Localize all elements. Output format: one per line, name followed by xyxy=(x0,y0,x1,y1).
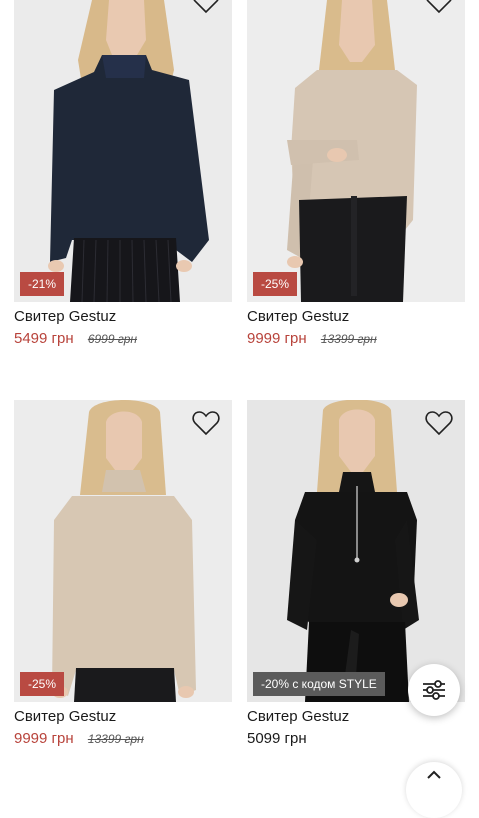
old-price: 13399 грн xyxy=(320,332,377,346)
old-price: 13399 грн xyxy=(87,732,144,746)
heart-outline-icon[interactable] xyxy=(192,0,220,14)
model-photo xyxy=(52,400,196,702)
price-row: 9999 грн 13399 грн xyxy=(14,730,232,750)
model-photo xyxy=(287,0,417,302)
product-image[interactable]: -25% xyxy=(14,400,232,702)
chevron-up-icon xyxy=(427,770,441,779)
product-title[interactable]: Свитер Gestuz xyxy=(14,708,232,726)
product-image[interactable]: -20% с кодом STYLE xyxy=(247,400,465,702)
filter-button[interactable] xyxy=(408,664,460,716)
discount-badge: -21% xyxy=(20,272,65,296)
heart-outline-icon[interactable] xyxy=(192,410,220,436)
price-row: 9999 грн 13399 грн xyxy=(247,330,465,350)
sale-price: 9999 грн xyxy=(14,730,74,747)
price-row: 5499 грн 6999 грн xyxy=(14,330,232,350)
heart-outline-icon[interactable] xyxy=(425,0,453,14)
product-card[interactable]: -25% Свитер Gestuz 9999 грн 13399 грн xyxy=(14,400,232,750)
price-row: 5099 грн xyxy=(247,730,465,750)
product-card[interactable]: -25% Свитер Gestuz 9999 грн 13399 грн xyxy=(247,0,465,350)
product-title[interactable]: Свитер Gestuz xyxy=(14,308,232,326)
product-image[interactable]: -21% xyxy=(14,0,232,302)
discount-badge: -25% xyxy=(253,272,298,296)
price: 5099 грн xyxy=(247,730,307,747)
sale-price: 5499 грн xyxy=(14,330,74,347)
sliders-icon xyxy=(423,680,445,700)
product-card[interactable]: -21% Свитер Gestuz 5499 грн 6999 грн xyxy=(14,0,232,350)
scroll-top-button[interactable] xyxy=(406,762,462,818)
model-photo xyxy=(48,0,209,302)
discount-badge: -25% xyxy=(20,672,65,696)
sale-price: 9999 грн xyxy=(247,330,307,347)
product-title[interactable]: Свитер Gestuz xyxy=(247,308,465,326)
heart-outline-icon[interactable] xyxy=(425,410,453,436)
promo-code-badge: -20% с кодом STYLE xyxy=(253,672,385,696)
product-image[interactable]: -25% xyxy=(247,0,465,302)
model-photo xyxy=(287,400,419,702)
old-price: 6999 грн xyxy=(87,332,138,346)
